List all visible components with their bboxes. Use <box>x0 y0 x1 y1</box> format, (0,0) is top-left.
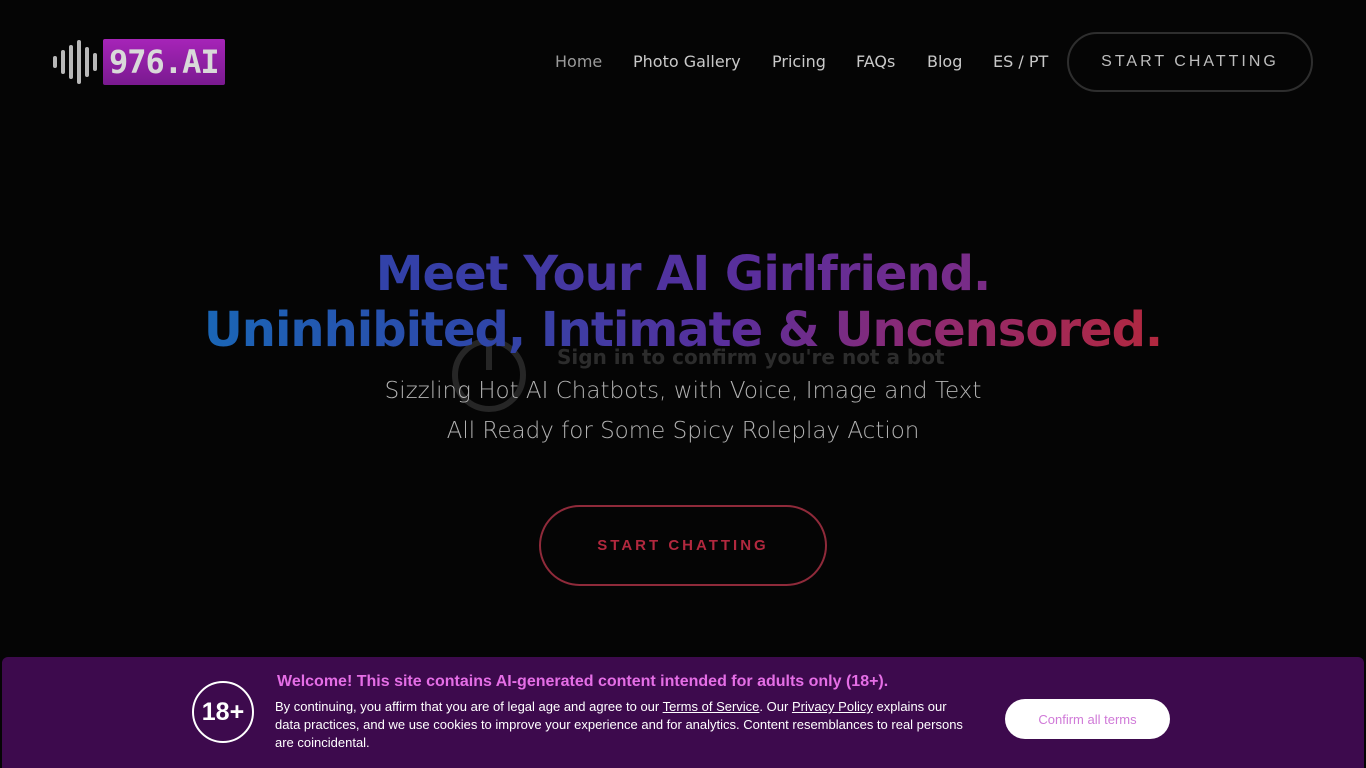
nav-blog[interactable]: Blog <box>927 52 962 71</box>
privacy-policy-link[interactable]: Privacy Policy <box>792 699 873 714</box>
nav-pricing[interactable]: Pricing <box>772 52 826 71</box>
hero-title-line2: Uninhibited, Intimate & Uncensored. <box>203 302 1163 358</box>
banner-title: Welcome! This site contains AI-generated… <box>277 673 889 690</box>
nav-photo-gallery[interactable]: Photo Gallery <box>633 52 741 71</box>
banner-text: By continuing, you affirm that you are o… <box>275 699 963 750</box>
hero-subtitle-line2: All Ready for Some Spicy Roleplay Action <box>446 418 920 444</box>
nav-faqs[interactable]: FAQs <box>856 52 895 71</box>
hero-subtitle-line1: Sizzling Hot AI Chatbots, with Voice, Im… <box>384 378 982 404</box>
nav-home[interactable]: Home <box>555 52 602 71</box>
start-chatting-nav-button[interactable]: START CHATTING <box>1067 32 1313 92</box>
nav-language[interactable]: ES / PT <box>993 52 1048 71</box>
confirm-terms-button[interactable]: Confirm all terms <box>1005 699 1170 739</box>
start-chatting-hero-button[interactable]: START CHATTING <box>539 505 827 586</box>
hero-title-line1: Meet Your AI Girlfriend. <box>0 246 1366 302</box>
age-consent-banner: 18+ Welcome! This site contains AI-gener… <box>2 657 1364 768</box>
age-18-badge: 18+ <box>192 681 254 743</box>
terms-of-service-link[interactable]: Terms of Service <box>663 699 760 714</box>
